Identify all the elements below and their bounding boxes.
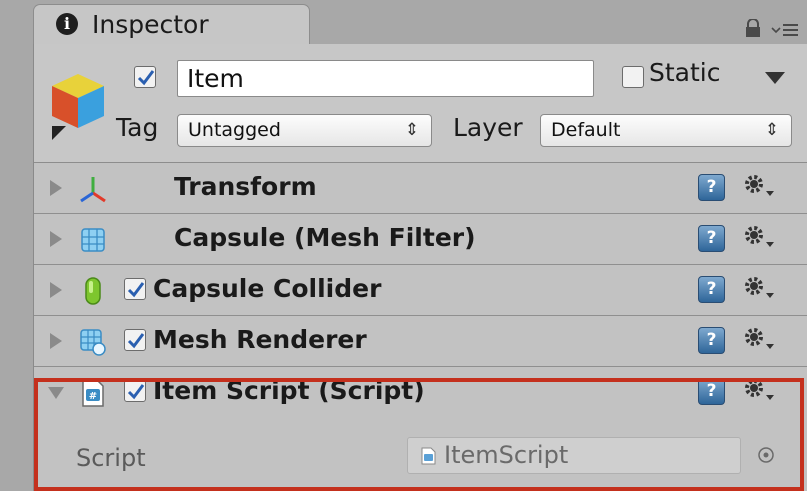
updown-arrow-icon: ⇕ [404,120,419,140]
script-file-icon [421,447,436,465]
help-icon[interactable]: ? [698,276,725,303]
active-checkbox[interactable] [134,66,156,88]
gear-icon[interactable] [740,171,776,203]
script-field-value: ItemScript [444,441,569,469]
component-title: Transform [174,172,317,201]
tag-value: Untagged [188,119,281,141]
inspector-panel: Item Static Tag Untagged ⇕ Layer Default… [33,44,807,491]
enabled-checkbox[interactable] [124,278,146,300]
capsule-collider-icon [85,277,101,305]
component-mesh-filter[interactable]: Capsule (Mesh Filter) ? [34,214,807,265]
script-object-field[interactable]: ItemScript [407,437,741,474]
updown-arrow-icon: ⇕ [764,120,779,140]
layer-dropdown[interactable]: Default ⇕ [540,114,792,147]
layer-value: Default [551,119,621,141]
csharp-script-icon: # [82,379,104,407]
static-label: Static [649,58,721,87]
component-transform[interactable]: Transform ? [34,163,807,214]
help-icon[interactable]: ? [698,378,725,405]
enabled-checkbox[interactable] [124,380,146,402]
mesh-filter-icon [81,228,105,252]
component-title: Capsule Collider [153,274,382,303]
component-item-script[interactable]: # Item Script (Script) ? Script ItemScri… [34,367,807,491]
script-field-label: Script [76,444,146,472]
fold-arrow-icon[interactable] [48,280,64,300]
tab-label: Inspector [92,10,209,39]
tag-dropdown[interactable]: Untagged ⇕ [177,114,432,147]
tab-inspector[interactable]: i Inspector [33,4,310,44]
mesh-renderer-icon [80,329,106,356]
tab-bar: i Inspector [0,0,807,44]
gear-icon[interactable] [740,324,776,356]
component-capsule-collider[interactable]: Capsule Collider ? [34,265,807,316]
enabled-checkbox[interactable] [124,329,146,351]
gear-icon[interactable] [740,273,776,305]
static-checkbox[interactable] [622,66,644,88]
help-icon[interactable]: ? [698,174,725,201]
game-object-header: Item Static Tag Untagged ⇕ Layer Default… [34,44,807,163]
info-icon: i [56,13,78,35]
gear-icon[interactable] [740,375,776,407]
help-icon[interactable]: ? [698,327,725,354]
cube-icon [52,74,104,140]
fold-arrow-icon[interactable] [48,331,64,351]
fold-arrow-icon[interactable] [48,229,64,249]
svg-text:#: # [89,391,97,402]
tag-label: Tag [116,113,159,142]
object-picker-icon[interactable] [757,446,775,464]
lock-icon[interactable] [742,19,764,37]
name-field[interactable]: Item [177,60,594,97]
tab-menu-icon[interactable] [771,18,799,38]
component-title: Item Script (Script) [153,376,425,405]
component-mesh-renderer[interactable]: Mesh Renderer ? [34,316,807,367]
transform-icon [80,177,106,203]
help-icon[interactable]: ? [698,225,725,252]
component-title: Capsule (Mesh Filter) [174,223,476,252]
component-title: Mesh Renderer [153,325,367,354]
static-dropdown-icon[interactable] [765,72,785,84]
gear-icon[interactable] [740,222,776,254]
fold-arrow-icon[interactable] [48,178,64,198]
layer-label: Layer [453,113,523,142]
fold-arrow-expanded-icon[interactable] [48,382,64,402]
